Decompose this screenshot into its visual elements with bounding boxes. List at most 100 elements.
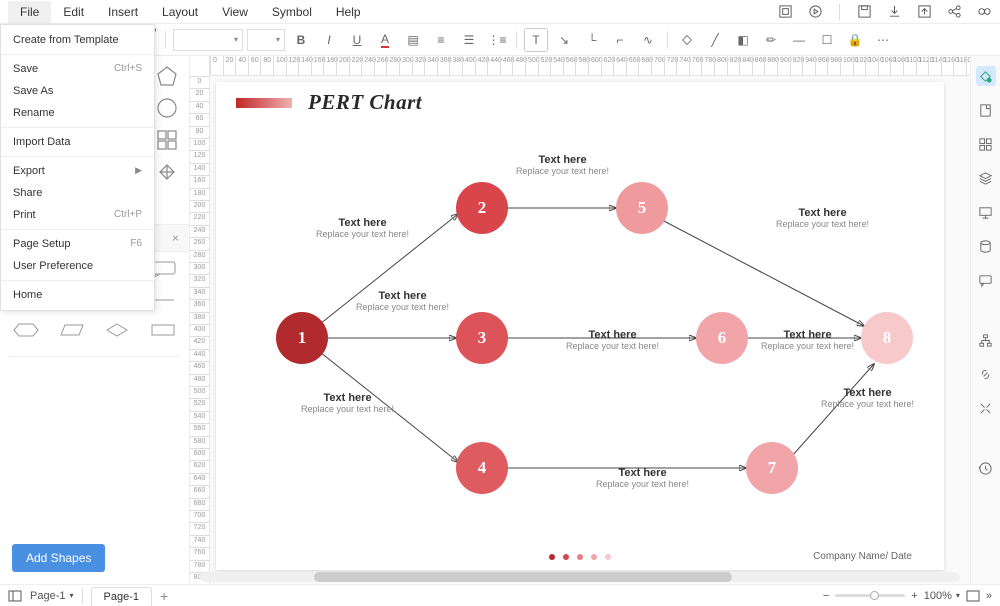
diagram-node-5[interactable]: 5 [616, 182, 668, 234]
canvas-area: 0204060801001201401601802002202402602803… [190, 56, 970, 584]
pert-shape-hex[interactable] [6, 318, 46, 342]
cloud-icon[interactable] [976, 4, 992, 20]
add-shapes-button[interactable]: Add Shapes [12, 544, 105, 572]
link-icon[interactable] [976, 364, 996, 384]
share-icon[interactable] [946, 4, 962, 20]
dd-create-template[interactable]: Create from Template [1, 29, 154, 51]
edge-label: Text hereReplace your text here! [776, 207, 869, 229]
comment-icon[interactable] [976, 270, 996, 290]
crop-icon[interactable]: ☐ [815, 28, 839, 52]
connector2-icon[interactable]: └ [580, 28, 604, 52]
dd-export[interactable]: Export▶ [1, 160, 154, 182]
page-canvas[interactable]: PERT Chart 12345678 Text hereReplace y [216, 82, 944, 570]
dd-import-data[interactable]: Import Data [1, 131, 154, 153]
footer-text: Company Name/ Date [813, 551, 912, 562]
page-select[interactable]: Page-1 ▾ [30, 590, 74, 602]
diagram-node-4[interactable]: 4 [456, 442, 508, 494]
pert-shape-diamond[interactable] [98, 318, 138, 342]
highlight-icon[interactable]: ▤ [401, 28, 425, 52]
shape-grid4[interactable] [151, 126, 183, 154]
page-icon[interactable] [976, 100, 996, 120]
zoom-slider[interactable] [835, 594, 905, 597]
fill-style-icon[interactable] [976, 66, 996, 86]
line-color-icon[interactable]: ╱ [703, 28, 727, 52]
separator [1, 54, 154, 55]
menu-edit[interactable]: Edit [51, 1, 96, 23]
line-spacing-icon[interactable]: ☰ [457, 28, 481, 52]
menu-layout[interactable]: Layout [150, 1, 210, 23]
menu-symbol[interactable]: Symbol [260, 1, 324, 23]
shape-pentagon[interactable] [151, 62, 183, 90]
line-style-icon[interactable]: — [787, 28, 811, 52]
font-name-select[interactable] [173, 29, 243, 51]
more-icon[interactable]: ⋯ [871, 28, 895, 52]
lock-icon[interactable]: 🔒 [843, 28, 867, 52]
zoom-in-button[interactable]: + [911, 590, 917, 602]
pert-shape-para[interactable] [52, 318, 92, 342]
italic-icon[interactable]: I [317, 28, 341, 52]
shape-circle[interactable] [151, 94, 183, 122]
dd-page-setup[interactable]: Page SetupF6 [1, 233, 154, 255]
fit-page-icon[interactable] [966, 590, 980, 602]
bullets-icon[interactable]: ⋮≡ [485, 28, 509, 52]
fill-icon[interactable] [675, 28, 699, 52]
dd-save[interactable]: SaveCtrl+S [1, 58, 154, 80]
edge-label: Text hereReplace your text here! [566, 329, 659, 351]
apps-icon[interactable] [976, 134, 996, 154]
text-tool-icon[interactable]: T [524, 28, 548, 52]
play-icon[interactable] [807, 4, 823, 20]
bold-icon[interactable]: B [289, 28, 313, 52]
page-dots [549, 554, 611, 560]
diagram-node-7[interactable]: 7 [746, 442, 798, 494]
dd-share[interactable]: Share [1, 182, 154, 204]
diagram-node-3[interactable]: 3 [456, 312, 508, 364]
collapse-right-icon[interactable]: » [986, 590, 992, 602]
layout-mode-icon[interactable] [8, 590, 22, 602]
hierarchy-icon[interactable] [976, 330, 996, 350]
presentation-icon[interactable] [976, 202, 996, 222]
separator [1, 229, 154, 230]
dd-save-as[interactable]: Save As [1, 80, 154, 102]
menu-help[interactable]: Help [324, 1, 373, 23]
close-icon[interactable]: × [172, 231, 179, 245]
diagram-node-8[interactable]: 8 [861, 312, 913, 364]
edge-label: Text hereReplace your text here! [356, 290, 449, 312]
pert-shape-rect[interactable] [143, 318, 183, 342]
page-tab[interactable]: Page-1 [91, 587, 152, 606]
database-icon[interactable] [976, 236, 996, 256]
add-page-button[interactable]: + [160, 588, 168, 604]
zoom-out-button[interactable]: − [823, 590, 829, 602]
menu-insert[interactable]: Insert [96, 1, 150, 23]
save-icon[interactable] [856, 4, 872, 20]
download-icon[interactable] [886, 4, 902, 20]
dd-print[interactable]: PrintCtrl+P [1, 204, 154, 226]
dashboard-icon[interactable] [777, 4, 793, 20]
layers-icon[interactable] [976, 168, 996, 188]
menu-file[interactable]: File [8, 1, 51, 23]
diagram-node-2[interactable]: 2 [456, 182, 508, 234]
shadow-icon[interactable]: ◧ [731, 28, 755, 52]
zoom-level[interactable]: 100% ▾ [924, 590, 960, 602]
file-dropdown: Create from Template SaveCtrl+S Save As … [0, 24, 155, 311]
font-size-select[interactable] [247, 29, 285, 51]
dd-home[interactable]: Home [1, 284, 154, 306]
horizontal-scrollbar[interactable] [200, 572, 960, 582]
shape-diamond-grid[interactable] [151, 158, 183, 186]
underline-icon[interactable]: U [345, 28, 369, 52]
connector1-icon[interactable]: ↘ [552, 28, 576, 52]
horizontal-ruler: 0204060801001201401601802002202402602803… [210, 56, 970, 76]
connector3-icon[interactable]: ⌐ [608, 28, 632, 52]
diagram-node-6[interactable]: 6 [696, 312, 748, 364]
font-color-icon[interactable]: A [373, 28, 397, 52]
history-icon[interactable] [976, 458, 996, 478]
connector4-icon[interactable]: ∿ [636, 28, 660, 52]
dd-user-preference[interactable]: User Preference [1, 255, 154, 277]
export-icon[interactable] [916, 4, 932, 20]
edge-label: Text hereReplace your text here! [596, 467, 689, 489]
expand-icon[interactable] [976, 398, 996, 418]
menu-view[interactable]: View [210, 1, 260, 23]
diagram-node-1[interactable]: 1 [276, 312, 328, 364]
align-icon[interactable]: ≡ [429, 28, 453, 52]
pencil-icon[interactable]: ✏ [759, 28, 783, 52]
dd-rename[interactable]: Rename [1, 102, 154, 124]
